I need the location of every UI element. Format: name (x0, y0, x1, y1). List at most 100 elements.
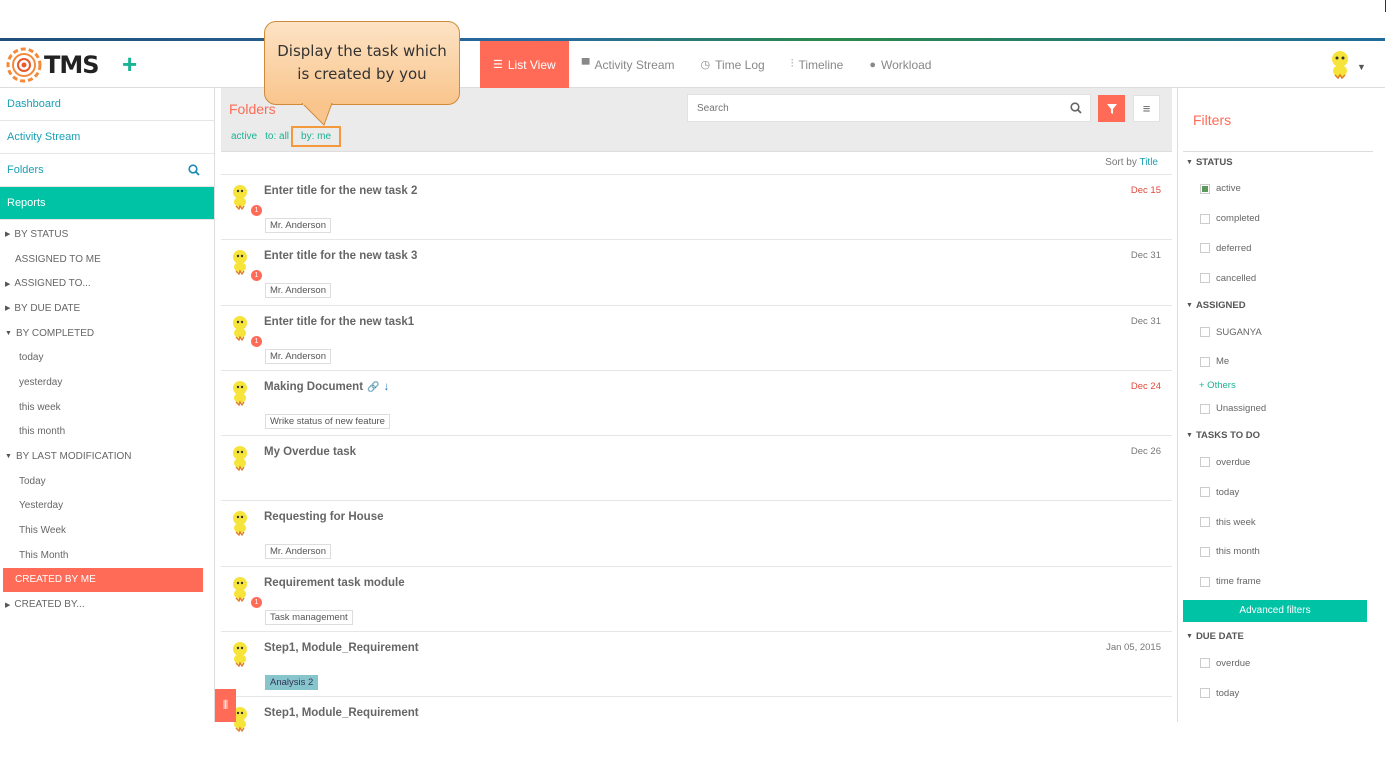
report-item[interactable]: ASSIGNED TO ME (0, 247, 214, 272)
report-item[interactable]: CREATED BY ME (3, 567, 203, 593)
sidebar-item-activity-stream[interactable]: Activity Stream (0, 121, 214, 154)
others-link[interactable]: + Others (1178, 377, 1378, 394)
task-title[interactable]: Enter title for the new task1 (264, 316, 414, 328)
report-item[interactable]: ▼ BY LAST MODIFICATION (0, 444, 214, 469)
filter-option[interactable]: today (1178, 477, 1378, 507)
sidebar-item-folders[interactable]: Folders (0, 154, 214, 187)
sort-field-link[interactable]: Title (1139, 157, 1158, 168)
report-item[interactable]: ▶ ASSIGNED TO... (0, 271, 214, 296)
task-tag[interactable]: Task management (265, 609, 353, 625)
task-tag[interactable]: Mr. Anderson (265, 348, 331, 364)
checkbox[interactable] (1200, 688, 1210, 699)
task-tag[interactable]: Wrike status of new feature (265, 413, 390, 429)
task-row[interactable]: 1 Requirement task module Task management (221, 565, 1172, 631)
filter-option[interactable]: completed (1178, 204, 1378, 234)
task-row[interactable]: 1 Enter title for the new task 2 Dec 15 Mr.… (221, 174, 1172, 239)
panel-toggle-handle[interactable]: ⦀ (215, 689, 236, 722)
filter-option[interactable]: deferred (1178, 234, 1378, 264)
task-due-date: Dec 26 (1130, 446, 1161, 458)
filter-option[interactable]: this month (1178, 537, 1378, 567)
checkbox[interactable] (1200, 517, 1210, 528)
filter-section-header[interactable]: ▼ DUE DATE (1178, 625, 1378, 649)
task-tag[interactable]: Mr. Anderson (265, 544, 331, 560)
task-row[interactable]: 1 Enter title for the new task 3 Dec 31 Mr.… (221, 239, 1172, 304)
user-avatar[interactable] (1326, 49, 1354, 79)
tab-list-view[interactable]: ☰ List View (480, 41, 569, 88)
checkbox[interactable] (1200, 356, 1210, 367)
report-item[interactable]: today (0, 345, 214, 370)
checkbox[interactable] (1200, 658, 1210, 669)
tab-workload[interactable]: ● Workload (856, 41, 944, 88)
task-row[interactable]: Step1, Module_Requirement Jan 05, 2015 Ana… (221, 631, 1172, 696)
task-title[interactable]: Making Document 🔗 ↓ (264, 381, 389, 393)
checkbox[interactable] (1200, 403, 1210, 414)
checkbox[interactable] (1200, 546, 1210, 557)
task-title[interactable]: My Overdue task (264, 446, 356, 458)
filter-option[interactable]: Me (1178, 347, 1378, 377)
search-icon[interactable] (188, 164, 200, 176)
report-item[interactable]: ▼ BY COMPLETED (0, 321, 214, 346)
search-input[interactable] (688, 95, 1058, 121)
task-title[interactable]: Requirement task module (264, 577, 405, 589)
task-title[interactable]: Enter title for the new task 3 (264, 250, 417, 262)
task-title[interactable]: Requesting for House (264, 511, 383, 523)
report-item[interactable]: ▶ BY DUE DATE (0, 296, 214, 321)
advanced-filters-button[interactable]: Advanced filters (1183, 599, 1367, 622)
filter-option[interactable]: SUGANYA (1178, 317, 1378, 347)
task-title[interactable]: Enter title for the new task 2 (264, 185, 417, 197)
task-row[interactable]: 1 Enter title for the new task1 Dec 31 Mr. … (221, 304, 1172, 370)
report-item[interactable]: This Week (0, 518, 214, 543)
filter-option[interactable]: Unassigned (1178, 394, 1378, 424)
checkbox[interactable] (1200, 327, 1210, 338)
search-icon[interactable] (1070, 102, 1082, 114)
task-tag[interactable]: Analysis 2 (265, 675, 319, 691)
report-item[interactable]: this week (0, 395, 214, 420)
task-title[interactable]: Step1, Module_Requirement (264, 642, 419, 654)
crumb-author[interactable]: by: me (291, 126, 342, 147)
filter-option[interactable]: overdue (1178, 649, 1378, 679)
tab-timeline[interactable]: ⫶ Timeline (778, 41, 857, 88)
checkbox[interactable] (1200, 183, 1210, 194)
chevron-down-icon[interactable]: ▼ (1357, 62, 1366, 72)
filter-button[interactable] (1098, 95, 1125, 122)
task-row[interactable]: Step1, Module_Requirement (221, 696, 1172, 761)
report-item[interactable]: this month (0, 420, 214, 445)
filter-option[interactable]: cancelled (1178, 263, 1378, 293)
task-row[interactable]: Making Document 🔗 ↓ Dec 24 Wrike status of n… (221, 369, 1172, 435)
checkbox[interactable] (1200, 487, 1210, 498)
crumb-status[interactable]: active (231, 131, 257, 147)
report-item[interactable]: ▶ BY STATUS (0, 222, 214, 247)
filter-option[interactable]: this week (1178, 507, 1378, 537)
checkbox[interactable] (1200, 213, 1210, 224)
task-tag[interactable]: Mr. Anderson (265, 218, 331, 233)
filter-option[interactable]: active (1178, 174, 1378, 204)
report-item[interactable]: Today (0, 469, 214, 494)
filter-option[interactable]: overdue (1178, 448, 1378, 478)
add-button[interactable]: + (122, 50, 137, 78)
count-badge: 1 (251, 335, 262, 347)
report-item[interactable]: ▶ CREATED BY... (0, 592, 214, 617)
checkbox[interactable] (1200, 273, 1210, 284)
task-row[interactable]: Requesting for House Mr. Anderson (221, 500, 1172, 565)
checkbox[interactable] (1200, 457, 1210, 468)
task-tag[interactable]: Mr. Anderson (265, 283, 331, 299)
crumb-assigned[interactable]: to: all (265, 131, 289, 147)
menu-button[interactable]: ≡ (1133, 95, 1160, 122)
task-row[interactable]: My Overdue task Dec 26 (221, 435, 1172, 500)
filter-option[interactable]: time frame (1178, 567, 1378, 597)
sidebar-item-dashboard[interactable]: Dashboard (0, 88, 214, 121)
report-item[interactable]: This Month (0, 543, 214, 568)
logo[interactable]: TMS (6, 47, 100, 83)
sidebar-item-reports[interactable]: Reports (0, 187, 214, 220)
tab-time-log[interactable]: ◷ Time Log (688, 41, 778, 88)
report-item[interactable]: yesterday (0, 370, 214, 395)
filter-section-header[interactable]: ▼ TASKS TO DO (1178, 424, 1378, 448)
task-title[interactable]: Step1, Module_Requirement (264, 707, 419, 719)
filter-section-header[interactable]: ▼ ASSIGNED (1178, 293, 1378, 317)
report-item[interactable]: Yesterday (0, 494, 214, 519)
filter-section-header[interactable]: ▼ STATUS (1178, 150, 1378, 174)
filter-option[interactable]: today (1178, 678, 1378, 708)
tab-activity-stream[interactable]: ▀ Activity Stream (569, 41, 688, 88)
checkbox[interactable] (1200, 576, 1210, 587)
checkbox[interactable] (1200, 243, 1210, 254)
